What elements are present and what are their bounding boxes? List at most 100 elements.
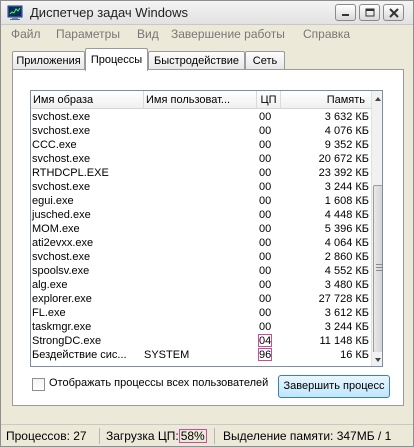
cpu-highlight-box [258, 334, 272, 347]
process-name: svchost.exe [32, 153, 91, 165]
show-all-users-checkbox[interactable] [32, 378, 45, 391]
table-row[interactable]: svchost.exe 00 2 860 КБ [31, 250, 372, 264]
scroll-thumb[interactable] [373, 185, 382, 353]
process-name: spoolsv.exe [32, 265, 90, 277]
process-cpu: 00 [259, 209, 272, 221]
process-cpu: 00 [259, 293, 272, 305]
status-bar: Процессов: 27 Загрузка ЦП: 58% Выделение … [1, 424, 413, 446]
process-memory: 4 552 КБ [324, 265, 369, 277]
table-row[interactable]: RTHDCPL.EXE 00 23 392 КБ [31, 166, 372, 180]
process-cpu: 00 [259, 265, 272, 277]
table-row[interactable]: svchost.exe 00 3 632 КБ [31, 110, 372, 124]
process-memory: 5 396 КБ [324, 223, 369, 235]
process-name: taskmgr.exe [32, 321, 92, 333]
table-row[interactable]: MOM.exe 00 5 396 КБ [31, 222, 372, 236]
process-name: CCC.exe [32, 139, 77, 151]
maximize-icon [365, 8, 375, 17]
tab-performance[interactable]: Быстродействие [148, 51, 245, 70]
scroll-down-button[interactable] [372, 352, 382, 366]
process-name: MOM.exe [32, 223, 80, 235]
table-row[interactable]: Бездействие сис... SYSTEM 96 16 КБ [31, 348, 372, 362]
process-cpu: 00 [259, 111, 272, 123]
menu-options[interactable]: Параметры [56, 27, 120, 41]
column-cpu[interactable]: ЦП [257, 91, 281, 109]
process-memory: 3 244 КБ [324, 321, 369, 333]
process-memory: 3 244 КБ [324, 181, 369, 193]
process-name: explorer.exe [32, 293, 92, 305]
tab-processes[interactable]: Процессы [85, 48, 148, 71]
table-row[interactable]: svchost.exe 00 3 244 КБ [31, 180, 372, 194]
process-cpu: 00 [259, 251, 272, 263]
process-memory: 23 392 КБ [318, 167, 369, 179]
process-name: svchost.exe [32, 111, 91, 123]
process-rows: svchost.exe 00 3 632 КБ svchost.exe 00 4 076 … [31, 110, 372, 362]
process-name: alg.exe [32, 279, 68, 291]
process-memory: 4 448 КБ [324, 209, 369, 221]
tab-network[interactable]: Сеть [245, 51, 285, 70]
tab-applications[interactable]: Приложения [12, 51, 85, 70]
process-memory: 1 608 КБ [324, 195, 369, 207]
process-list[interactable]: Имя образа Имя пользоват... ЦП Память sv… [30, 90, 383, 367]
vertical-scrollbar[interactable] [371, 91, 382, 366]
table-row[interactable]: svchost.exe 00 4 076 КБ [31, 124, 372, 138]
process-cpu: 00 [259, 139, 272, 151]
menu-help[interactable]: Справка [303, 27, 350, 41]
maximize-button[interactable] [359, 4, 380, 21]
process-memory: 16 КБ [340, 349, 369, 361]
process-name: svchost.exe [32, 125, 91, 137]
process-cpu: 00 [259, 153, 272, 165]
menu-file[interactable]: Файл [11, 27, 41, 41]
column-user-name[interactable]: Имя пользоват... [144, 91, 257, 109]
table-row[interactable]: StrongDC.exe 04 11 148 КБ [31, 334, 372, 348]
process-name: StrongDC.exe [32, 335, 102, 347]
status-process-count: Процессов: 27 [6, 429, 87, 443]
process-memory: 9 352 КБ [324, 139, 369, 151]
cpu-highlight-box [258, 348, 272, 361]
process-memory: 4 076 КБ [324, 125, 369, 137]
table-row[interactable]: explorer.exe 00 27 728 КБ [31, 292, 372, 306]
table-row[interactable]: alg.exe 00 3 480 КБ [31, 278, 372, 292]
table-row[interactable]: taskmgr.exe 00 3 244 КБ [31, 320, 372, 334]
column-image-name[interactable]: Имя образа [31, 91, 144, 109]
table-row[interactable]: egui.exe 00 1 608 КБ [31, 194, 372, 208]
menu-bar: Файл Параметры Вид Завершение работы Спр… [1, 25, 413, 44]
end-process-button[interactable]: Завершить процесс [278, 375, 390, 398]
processes-panel: Имя образа Имя пользоват... ЦП Память sv… [12, 69, 404, 406]
process-cpu: 00 [259, 307, 272, 319]
status-memory: Выделение памяти: 347МБ / 1 [223, 429, 392, 443]
close-button[interactable] [383, 4, 404, 21]
process-name: ati2evxx.exe [32, 237, 94, 249]
status-cpu-value: 58% [178, 429, 207, 443]
process-name: svchost.exe [32, 251, 91, 263]
menu-shutdown[interactable]: Завершение работы [171, 27, 285, 41]
process-cpu: 00 [259, 125, 272, 137]
column-memory[interactable]: Память [281, 91, 372, 109]
table-row[interactable]: jusched.exe 00 4 448 КБ [31, 208, 372, 222]
process-user: SYSTEM [144, 349, 190, 361]
process-cpu: 00 [259, 195, 272, 207]
list-header: Имя образа Имя пользоват... ЦП Память [31, 91, 382, 109]
task-manager-window: Диспетчер задач Windows Файл Параметры В… [0, 0, 414, 447]
table-row[interactable]: svchost.exe 00 20 672 КБ [31, 152, 372, 166]
process-memory: 3 632 КБ [324, 111, 369, 123]
minimize-button[interactable] [335, 4, 356, 21]
process-memory: 3 480 КБ [324, 279, 369, 291]
table-row[interactable]: FL.exe 00 3 612 КБ [31, 306, 372, 320]
show-all-users-label: Отображать процессы всех пользователей [49, 377, 269, 389]
process-memory: 20 672 КБ [318, 153, 369, 165]
table-row[interactable]: ati2evxx.exe 00 4 064 КБ [31, 236, 372, 250]
window-title: Диспетчер задач Windows [30, 5, 189, 20]
process-cpu: 00 [259, 279, 272, 291]
process-memory: 4 064 КБ [324, 237, 369, 249]
process-cpu: 00 [259, 167, 272, 179]
status-cpu-usage: Загрузка ЦП: 58% [106, 429, 207, 443]
table-row[interactable]: CCC.exe 00 9 352 КБ [31, 138, 372, 152]
process-memory: 11 148 КБ [319, 335, 369, 347]
menu-view[interactable]: Вид [137, 27, 159, 41]
process-memory: 27 728 КБ [318, 293, 369, 305]
table-row[interactable]: spoolsv.exe 00 4 552 КБ [31, 264, 372, 278]
taskmanager-icon [7, 5, 23, 20]
status-cpu-label: Загрузка ЦП: [106, 429, 179, 443]
scroll-up-button[interactable] [372, 92, 382, 107]
title-bar[interactable]: Диспетчер задач Windows [1, 1, 413, 25]
